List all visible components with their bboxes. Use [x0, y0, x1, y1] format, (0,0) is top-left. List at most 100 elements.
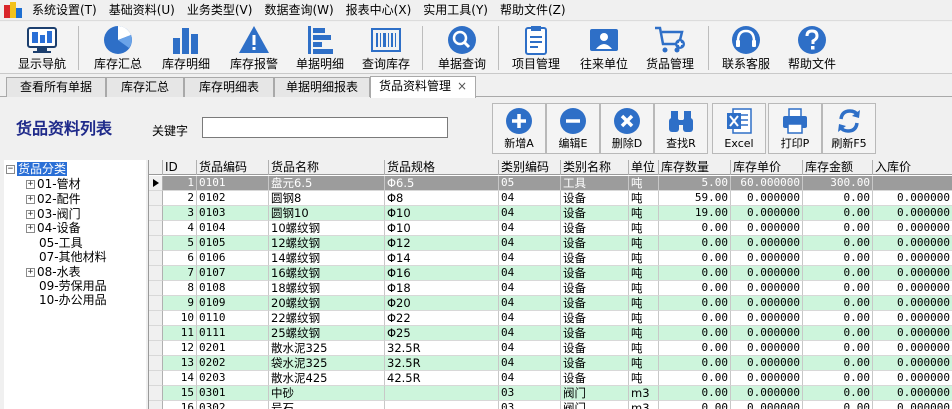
cell-code[interactable]: 0201 — [197, 341, 269, 356]
cell-code[interactable]: 0101 — [197, 176, 269, 191]
cell-category-code[interactable]: 04 — [499, 281, 561, 296]
cell-category-code[interactable]: 04 — [499, 221, 561, 236]
table-row[interactable]: 1 0101 盘元6.5 Φ6.5 05 工具吨 5.00 60.000000 300.00 — [149, 176, 952, 191]
tab-stock-summary[interactable]: 库存汇总 — [106, 77, 184, 97]
table-row[interactable]: 14 0203 散水泥425 42.5R 04 设备吨 0.00 0.000000 0.00 0.… — [149, 371, 952, 386]
cell-code[interactable]: 0302 — [197, 401, 269, 409]
cell-stock-amount[interactable]: 0.00 — [803, 266, 873, 281]
tree-node-10[interactable]: 10-办公用品 — [39, 293, 107, 307]
cell-stock-amount[interactable]: 0.00 — [803, 296, 873, 311]
toolbar-bill-query-button[interactable]: 单据查询 — [434, 24, 490, 74]
cell-code[interactable]: 0203 — [197, 371, 269, 386]
cell-stock-price[interactable]: 0.000000 — [731, 326, 803, 341]
cell-unit[interactable]: 吨 — [629, 176, 659, 191]
cell-id[interactable]: 8 — [163, 281, 197, 296]
tree-node-03[interactable]: +03-阀门 — [26, 207, 81, 221]
cell-inbound-price[interactable]: 0.000000 — [873, 341, 952, 356]
menu-data-query[interactable]: 数据查询(W) — [260, 0, 341, 21]
cell-id[interactable]: 5 — [163, 236, 197, 251]
tree-node-05[interactable]: 05-工具 — [39, 236, 83, 250]
tab-stock-detail[interactable]: 库存明细表 — [184, 77, 274, 97]
tab-goods-management[interactable]: 货品资料管理 × — [370, 76, 476, 98]
row-indicator[interactable] — [149, 401, 163, 409]
expand-icon[interactable]: + — [26, 267, 35, 277]
cell-inbound-price[interactable]: 0.000000 — [873, 221, 952, 236]
cell-stock-amount[interactable]: 0.00 — [803, 326, 873, 341]
cell-category-name[interactable]: 设备 — [561, 311, 629, 326]
cell-unit[interactable]: 吨 — [629, 356, 659, 371]
cell-inbound-price[interactable] — [873, 176, 952, 191]
cell-unit[interactable]: 吨 — [629, 296, 659, 311]
table-row[interactable]: 7 0107 16螺纹钢 Φ16 04 设备吨 0.00 0.000000 0.00 0.0000… — [149, 266, 952, 281]
cell-category-code[interactable]: 04 — [499, 311, 561, 326]
cell-unit[interactable]: 吨 — [629, 206, 659, 221]
cell-stock-price[interactable]: 60.000000 — [731, 176, 803, 191]
cell-code[interactable]: 0106 — [197, 251, 269, 266]
refresh-button[interactable]: 刷新F5 — [822, 103, 876, 154]
cell-inbound-price[interactable]: 0.000000 — [873, 386, 952, 401]
cell-unit[interactable]: 吨 — [629, 326, 659, 341]
row-indicator[interactable] — [149, 176, 163, 191]
cell-inbound-price[interactable]: 0.000000 — [873, 236, 952, 251]
delete-button[interactable]: 删除D — [600, 103, 654, 154]
cell-inbound-price[interactable]: 0.000000 — [873, 296, 952, 311]
toolbar-help-button[interactable]: 帮助文件 — [784, 24, 840, 74]
toolbar-stock-detail-button[interactable]: 库存明细 — [158, 24, 214, 74]
row-indicator[interactable] — [149, 356, 163, 371]
row-indicator[interactable] — [149, 371, 163, 386]
cell-name[interactable]: 14螺纹钢 — [269, 251, 385, 266]
cell-stock-amount[interactable]: 0.00 — [803, 191, 873, 206]
cell-stock-price[interactable]: 0.000000 — [731, 386, 803, 401]
cell-category-code[interactable]: 04 — [499, 341, 561, 356]
cell-category-code[interactable]: 04 — [499, 326, 561, 341]
table-row[interactable]: 6 0106 14螺纹钢 Φ14 04 设备吨 0.00 0.000000 0.00 0.0000… — [149, 251, 952, 266]
cell-name[interactable]: 18螺纹钢 — [269, 281, 385, 296]
cell-stock-amount[interactable]: 0.00 — [803, 401, 873, 409]
row-indicator[interactable] — [149, 341, 163, 356]
edit-button[interactable]: 编辑E — [546, 103, 600, 154]
cell-spec[interactable]: 42.5R — [385, 371, 499, 386]
cell-stock-amount[interactable]: 0.00 — [803, 356, 873, 371]
tree-node-07[interactable]: 07-其他材料 — [39, 250, 107, 264]
expand-icon[interactable]: + — [26, 179, 35, 189]
row-indicator[interactable] — [149, 326, 163, 341]
cell-stock-amount[interactable]: 0.00 — [803, 281, 873, 296]
cell-spec[interactable]: Φ18 — [385, 281, 499, 296]
table-row[interactable]: 10 0110 22螺纹钢 Φ22 04 设备吨 0.00 0.000000 0.00 0.000… — [149, 311, 952, 326]
cell-stock-qty[interactable]: 0.00 — [659, 371, 731, 386]
cell-stock-price[interactable]: 0.000000 — [731, 401, 803, 409]
cell-stock-amount[interactable]: 300.00 — [803, 176, 873, 191]
toolbar-contacts-button[interactable]: 往来单位 — [576, 24, 632, 74]
cell-code[interactable]: 0103 — [197, 206, 269, 221]
expand-icon[interactable]: + — [26, 194, 35, 204]
expand-icon[interactable]: + — [26, 209, 35, 219]
cell-unit[interactable]: 吨 — [629, 281, 659, 296]
excel-button[interactable]: Excel — [712, 103, 766, 154]
cell-spec[interactable]: 32.5R — [385, 341, 499, 356]
row-indicator[interactable] — [149, 281, 163, 296]
cell-name[interactable]: 号石 — [269, 401, 385, 409]
cell-id[interactable]: 15 — [163, 386, 197, 401]
cell-stock-qty[interactable]: 0.00 — [659, 221, 731, 236]
cell-name[interactable]: 圆钢10 — [269, 206, 385, 221]
cell-id[interactable]: 1 — [163, 176, 197, 191]
cell-inbound-price[interactable]: 0.000000 — [873, 206, 952, 221]
cell-category-code[interactable]: 04 — [499, 251, 561, 266]
expand-icon[interactable]: + — [26, 223, 35, 233]
column-header-stock-price[interactable]: 库存单价 — [731, 160, 803, 175]
cell-spec[interactable]: Φ12 — [385, 236, 499, 251]
cell-name[interactable]: 16螺纹钢 — [269, 266, 385, 281]
menu-business-type[interactable]: 业务类型(V) — [183, 0, 261, 21]
cell-inbound-price[interactable]: 0.000000 — [873, 326, 952, 341]
cell-category-name[interactable]: 设备 — [561, 206, 629, 221]
cell-name[interactable]: 袋水泥325 — [269, 356, 385, 371]
tab-bill-detail-report[interactable]: 单据明细报表 — [274, 77, 370, 97]
cell-id[interactable]: 3 — [163, 206, 197, 221]
cell-stock-price[interactable]: 0.000000 — [731, 266, 803, 281]
tree-node-08[interactable]: +08-水表 — [26, 265, 81, 279]
cell-stock-price[interactable]: 0.000000 — [731, 236, 803, 251]
table-row[interactable]: 2 0102 圆钢8 Φ8 04 设备吨 59.00 0.000000 0.00 0.000000 — [149, 191, 952, 206]
cell-spec[interactable]: Φ10 — [385, 206, 499, 221]
cell-code[interactable]: 0109 — [197, 296, 269, 311]
column-header-unit[interactable]: 单位 — [629, 160, 659, 175]
